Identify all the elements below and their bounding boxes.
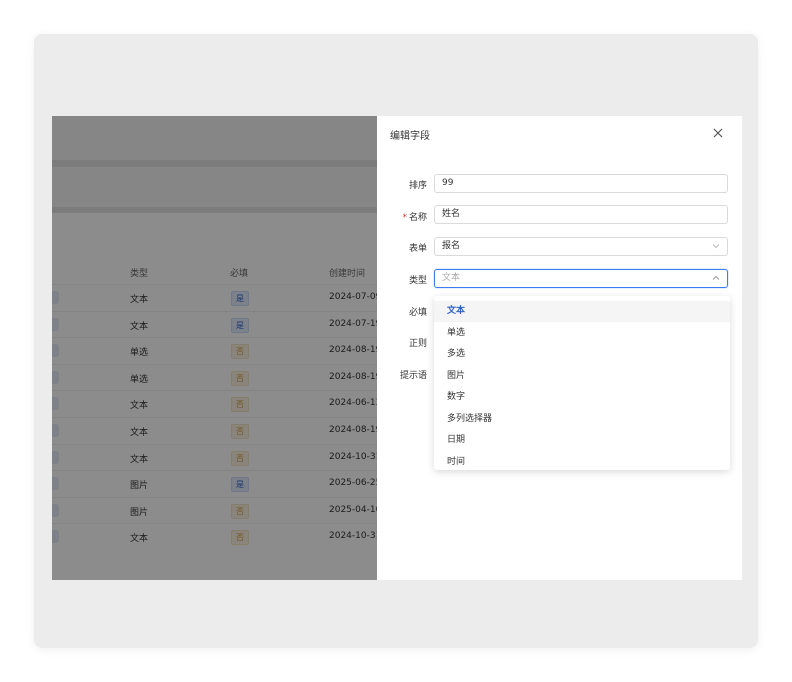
label-sort: 排序	[408, 181, 427, 191]
type-option[interactable]: 时间	[434, 452, 730, 471]
type-option[interactable]: 单选	[434, 323, 730, 344]
type-select-placeholder: 文本	[442, 273, 461, 283]
label-required: 必填	[408, 308, 427, 318]
label-form: 表单	[408, 244, 427, 254]
modal-overlay[interactable]	[52, 116, 377, 580]
close-icon[interactable]	[711, 126, 725, 140]
form-select[interactable]: 报名	[434, 237, 728, 256]
type-select[interactable]: 文本	[434, 269, 728, 288]
sort-input[interactable]: 99	[434, 174, 728, 193]
type-option[interactable]: 图片	[434, 366, 730, 387]
type-option[interactable]: 数字	[434, 387, 730, 408]
type-option[interactable]: 多列选择器	[434, 409, 730, 430]
label-regex: 正则	[408, 339, 427, 349]
label-hint: 提示语	[399, 371, 427, 381]
required-mark: *	[402, 213, 407, 223]
type-dropdown: 文本 单选 多选 图片 数字 多列选择器 日期 时间	[434, 296, 730, 470]
chevron-up-icon	[712, 275, 720, 280]
type-option[interactable]: 日期	[434, 430, 730, 451]
name-input[interactable]: 姓名	[434, 205, 728, 224]
label-type: 类型	[408, 276, 427, 286]
app-screen: 类型 必填 创建时间 文本是 2024-07-09 文本是 2024-07-19 单选否…	[52, 116, 742, 580]
drawer-title: 编辑字段	[390, 131, 430, 142]
chevron-down-icon	[712, 244, 720, 249]
form-select-value: 报名	[442, 241, 461, 251]
label-name: * 名称	[377, 210, 427, 223]
label-name-text: 名称	[408, 213, 427, 223]
type-option[interactable]: 多选	[434, 344, 730, 365]
edit-field-drawer: 编辑字段 排序 99 * 名称 姓名 表单 报名 类型 文本 必填 正则 提示语 …	[377, 116, 742, 580]
type-option[interactable]: 文本	[434, 301, 730, 322]
